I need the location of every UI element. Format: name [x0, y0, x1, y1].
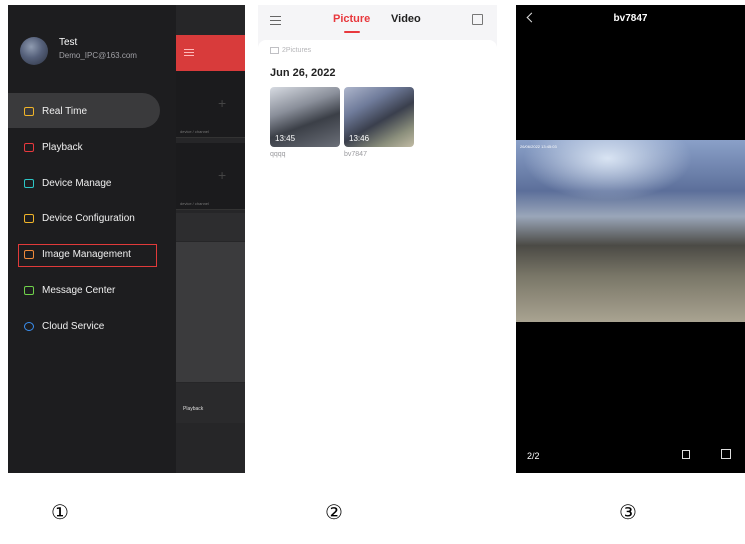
picture-count: 2Pictures [270, 47, 311, 54]
add-icon: + [218, 167, 227, 183]
channel-cell: + device / channel [176, 71, 245, 138]
channel-cell: + device / channel [176, 143, 245, 210]
thumbnail-name: bv7847 [344, 151, 367, 158]
step-number-2: ② [325, 500, 343, 524]
pager: 2/2 [527, 451, 540, 461]
menu-item-device-configuration[interactable]: Device Configuration [24, 208, 135, 228]
cloud-icon [24, 321, 34, 331]
live-view-background: + device / channel + device / channel Pl… [176, 5, 245, 473]
avatar[interactable] [20, 37, 48, 65]
menu-item-label: Cloud Service [42, 320, 105, 332]
menu-item-label: Message Center [42, 284, 116, 296]
edit-icon[interactable] [472, 14, 483, 25]
photo-viewer-screen: bv7847 26/06/2022 13:45:03 2/2 [516, 5, 745, 473]
tab-picture[interactable]: Picture [333, 13, 370, 25]
menu-item-label: Playback [42, 141, 83, 153]
menu-item-real-time[interactable]: Real Time [24, 101, 87, 121]
picture-thumbnail[interactable]: 13:45 [270, 87, 340, 147]
photo-image[interactable]: 26/06/2022 13:45:03 [516, 140, 745, 322]
thumbnail-name: qqqq [270, 151, 286, 158]
tab-underline [344, 31, 360, 33]
viewer-title: bv7847 [613, 13, 648, 24]
picture-thumbnail[interactable]: 13:46 [344, 87, 414, 147]
picture-count-label: 2Pictures [282, 47, 312, 54]
top-bar [258, 5, 497, 45]
trash-icon[interactable] [682, 450, 690, 459]
menu-item-label: Device Configuration [42, 212, 135, 224]
menu-icon [184, 49, 194, 50]
menu-item-message-center[interactable]: Message Center [24, 280, 115, 300]
message-icon [24, 285, 34, 295]
gallery-screen: Picture Video 2Pictures Jun 26, 2022 13:… [258, 5, 497, 473]
highlight-box [18, 244, 157, 267]
menu-item-label: Device Manage [42, 177, 112, 189]
thumbnail-time: 13:46 [349, 134, 370, 143]
menu-item-playback[interactable]: Playback [24, 137, 83, 157]
film-icon [24, 142, 34, 152]
tab-playback-label: Playback [183, 406, 204, 412]
menu-item-label: Real Time [42, 105, 88, 117]
step-number-3: ③ [619, 500, 637, 524]
add-icon: + [218, 95, 227, 111]
menu-icon[interactable] [270, 16, 281, 17]
date-heading: Jun 26, 2022 [270, 67, 336, 79]
share-icon[interactable] [721, 449, 731, 459]
camera-icon [24, 178, 34, 188]
thumbnail-time: 13:45 [275, 134, 296, 143]
bottom-tab-bar [176, 383, 245, 423]
channel-caption: device / channel [180, 129, 209, 134]
step-number-1: ① [51, 500, 69, 524]
live-view-header [176, 35, 245, 71]
menu-item-cloud-service[interactable]: Cloud Service [24, 316, 104, 336]
user-email: Demo_IPC@163.com [59, 51, 137, 60]
live-toolbar [176, 213, 245, 241]
user-name: Test [59, 37, 78, 48]
picture-icon [270, 47, 279, 54]
photo-timestamp: 26/06/2022 13:45:03 [520, 144, 557, 149]
side-menu-screen: + device / channel + device / channel Pl… [8, 5, 245, 473]
channel-caption: device / channel [180, 201, 209, 206]
config-icon [24, 213, 34, 223]
play-icon [24, 106, 34, 116]
menu-item-device-manage[interactable]: Device Manage [24, 173, 111, 193]
live-panel [176, 242, 245, 382]
tab-video[interactable]: Video [391, 13, 421, 25]
